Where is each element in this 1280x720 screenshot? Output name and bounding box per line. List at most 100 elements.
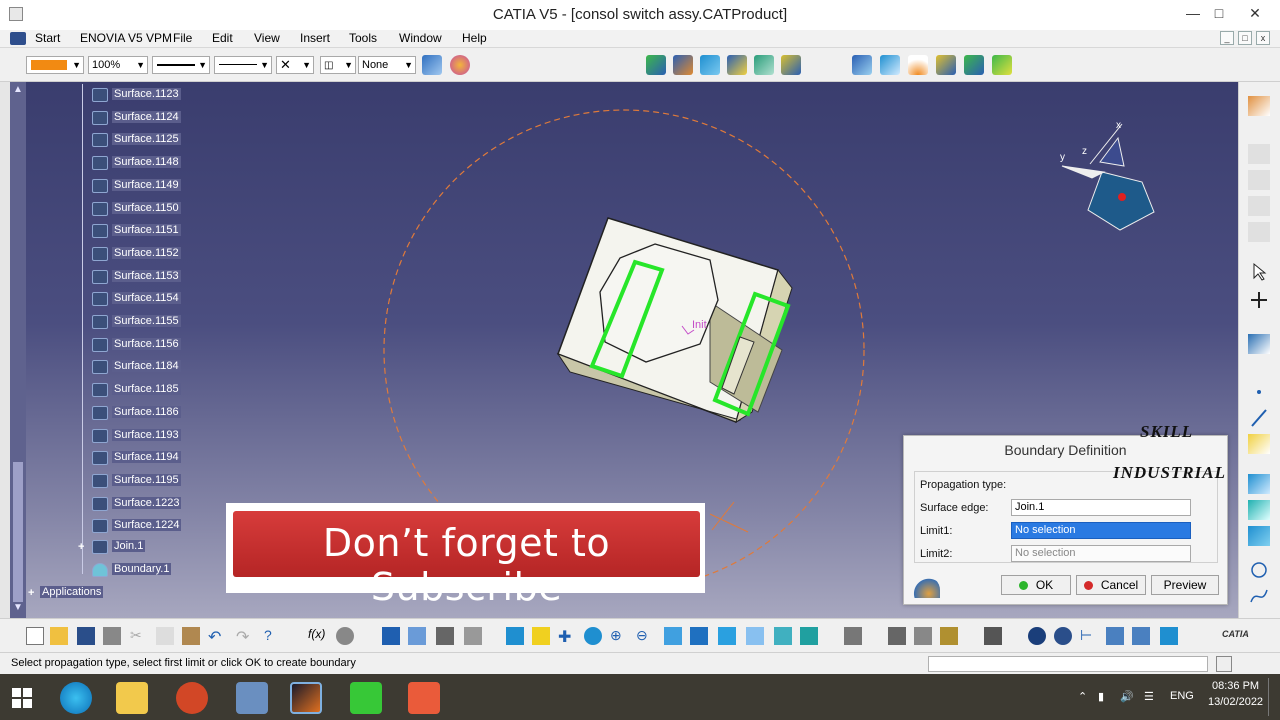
edge-browser-icon[interactable] [60,682,92,714]
cancel-button[interactable]: Cancel [1076,575,1146,595]
sphere-icon[interactable] [1248,526,1270,546]
catia-taskbar-icon[interactable] [290,682,322,714]
menu-help[interactable]: Help [462,31,487,45]
menu-start[interactable]: Start [35,31,60,45]
new-icon[interactable] [26,627,44,645]
color-dropdown[interactable]: ▼ [26,56,84,74]
revolve-icon[interactable] [1248,500,1270,520]
offset-tool-icon[interactable] [781,55,801,75]
knowledge-icon[interactable] [336,627,354,645]
product-tool-icon[interactable] [1248,196,1270,216]
powerpoint-icon[interactable] [176,682,208,714]
part-model[interactable] [556,217,793,424]
hide-show-icon[interactable] [774,627,792,645]
analysis-icon[interactable] [888,627,906,645]
command-toggle-icon[interactable] [1216,656,1232,672]
save-icon[interactable] [77,627,95,645]
trim-tool-icon[interactable] [936,55,956,75]
healing-tool-icon[interactable] [880,55,900,75]
open-icon[interactable] [50,627,68,645]
surface-edge-field[interactable]: Join.1 [1011,499,1191,516]
file-explorer-icon[interactable] [116,682,148,714]
expand-icon[interactable]: + [78,541,84,553]
layer-dropdown[interactable]: None ▼ [358,56,416,74]
line-icon[interactable] [1248,408,1270,428]
capture-icon[interactable] [984,627,1002,645]
linetype-dropdown[interactable]: ▼ [214,56,272,74]
split-tool-icon[interactable] [964,55,984,75]
shading-icon[interactable] [746,627,764,645]
windows-start-icon[interactable] [12,688,32,708]
apply-material-icon[interactable] [844,627,862,645]
close-button[interactable]: ✕ [1240,3,1270,25]
catalog-icon[interactable] [436,627,454,645]
fly-mode-icon[interactable] [506,627,524,645]
join-tool-icon[interactable] [852,55,872,75]
zoom-in-icon[interactable]: ⊕ [610,627,628,645]
tree-scrollbar[interactable]: ▲ ▼ [10,82,26,618]
redo-icon[interactable]: ↷ [236,627,254,646]
linewidth-dropdown[interactable]: ▼ [152,56,210,74]
menu-window[interactable]: Window [399,31,442,45]
undo-icon[interactable]: ↶ [208,627,226,646]
camtasia-icon[interactable] [350,682,382,714]
tray-chevron-icon[interactable]: ⌃ [1078,690,1087,703]
print-icon[interactable] [103,627,121,645]
network-icon[interactable]: ☰ [1144,690,1154,703]
axis-tool-icon[interactable] [1054,627,1072,645]
create-datum-icon[interactable] [1160,627,1178,645]
transparency-dropdown[interactable]: 100% ▼ [88,56,148,74]
scroll-up-icon[interactable]: ▲ [12,84,24,96]
point-symbol-dropdown[interactable]: ✕ ▼ [276,56,314,74]
multi-view-icon[interactable] [690,627,708,645]
boundary-tool-icon[interactable] [646,55,666,75]
work-on-support-icon[interactable] [1132,627,1150,645]
limit1-field[interactable]: No selection [1011,522,1191,539]
render-style-dropdown[interactable]: ◫ ▼ [320,56,356,74]
scroll-thumb[interactable] [13,462,23,602]
select-arrow-icon[interactable] [1248,262,1270,282]
menu-view[interactable]: View [254,31,280,45]
blend-tool-icon[interactable] [727,55,747,75]
swap-visible-icon[interactable] [800,627,818,645]
draft-analysis-icon[interactable] [914,627,932,645]
iso-view-icon[interactable] [718,627,736,645]
ok-button[interactable]: OK [1001,575,1071,595]
show-desktop-button[interactable] [1268,678,1272,716]
normal-view-icon[interactable] [664,627,682,645]
battery-icon[interactable]: ▮ [1098,690,1104,703]
doc-close-button[interactable]: x [1256,31,1270,45]
menu-file[interactable]: File [173,31,192,45]
measure-icon[interactable] [464,627,482,645]
doc-minimize-button[interactable]: _ [1220,31,1234,45]
menu-edit[interactable]: Edit [212,31,233,45]
sweep-tool-icon[interactable] [754,55,774,75]
remote-desktop-icon[interactable] [236,682,268,714]
expand-icon[interactable]: + [28,587,34,599]
fillet-tool-icon[interactable] [908,55,928,75]
menu-tools[interactable]: Tools [349,31,377,45]
tree-icon[interactable] [408,627,426,645]
format-painter-icon[interactable] [422,55,442,75]
start-icon[interactable] [10,32,26,45]
compass-tool-icon[interactable] [1028,627,1046,645]
limit2-field[interactable]: No selection [1011,545,1191,562]
zoom-out-icon[interactable]: ⊖ [636,627,654,645]
axis-system-icon[interactable]: ⊢ [1080,627,1098,645]
maximize-button[interactable]: □ [1204,3,1234,25]
extrude-icon[interactable] [1248,474,1270,494]
transform-tool-icon[interactable] [992,55,1012,75]
pan-icon[interactable]: ✚ [558,627,576,646]
paste-icon[interactable] [182,627,200,645]
extract-tool-icon[interactable] [673,55,693,75]
point-icon[interactable] [1248,382,1270,402]
language-indicator[interactable]: ENG [1170,690,1194,702]
curvature-icon[interactable] [940,627,958,645]
circle-icon[interactable] [1248,560,1270,580]
rotate-icon[interactable] [584,627,602,645]
plane-icon[interactable] [1248,434,1270,454]
compass[interactable]: x y z [1060,120,1155,231]
grid-icon[interactable] [382,627,400,645]
doc-restore-button[interactable]: □ [1238,31,1252,45]
product-tool-icon[interactable] [1248,222,1270,242]
